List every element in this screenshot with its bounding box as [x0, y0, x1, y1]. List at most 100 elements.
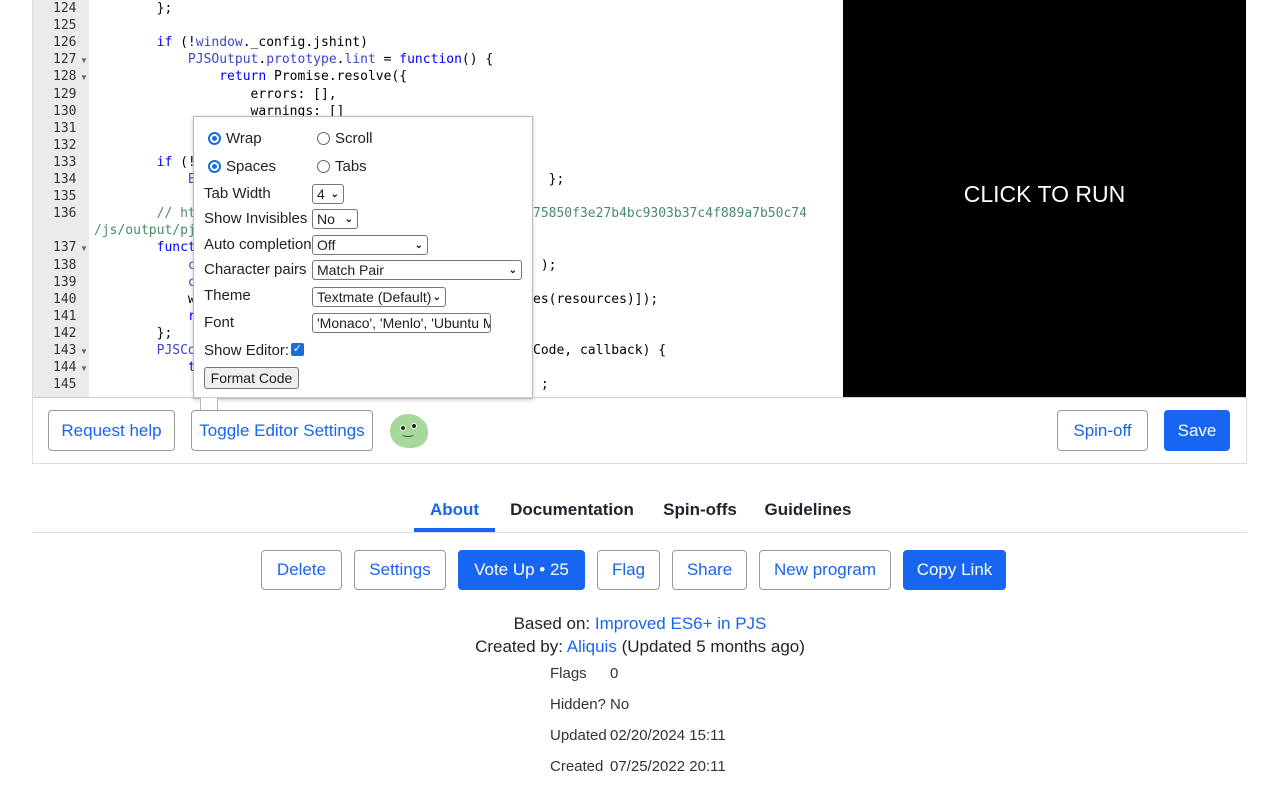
toggle-editor-settings-button[interactable]: Toggle Editor Settings — [191, 410, 373, 451]
code-line: PJSOutput.prototype.lint = function() { — [187, 52, 494, 68]
tab-documentation[interactable]: Documentation — [507, 490, 637, 532]
wrap-radio[interactable]: Wrap — [208, 130, 262, 147]
tab-about[interactable]: About — [414, 490, 495, 532]
code-line: if (! — [156, 154, 196, 170]
code-line: E — [187, 172, 196, 187]
code-fragment: }; — [533, 172, 565, 187]
code-fragment: 75850f3e27b4bc9303b37c4f889a7b50c74 — [533, 206, 807, 222]
code-line: } — [94, 137, 204, 153]
editor-settings-popup: Wrap Scroll Spaces Tabs Tab Width 4 ⌄ Sho… — [193, 116, 533, 415]
fold-arrow-icon[interactable]: ▼ — [80, 347, 88, 356]
hidden-value: No — [610, 696, 630, 713]
font-input[interactable]: 'Monaco', 'Menlo', 'Ubuntu M — [312, 313, 491, 333]
avatar — [390, 414, 428, 448]
line-number: 132 — [53, 137, 77, 153]
flag-button[interactable]: Flag — [597, 550, 660, 590]
spaces-radio[interactable]: Spaces — [208, 158, 276, 175]
code-line: t — [187, 360, 196, 376]
line-number: 142 — [53, 325, 77, 341]
code-line: r — [187, 308, 196, 324]
line-number: 141 — [53, 308, 77, 324]
request-help-button[interactable]: Request help — [48, 410, 175, 451]
chevron-down-icon: ⌄ — [432, 291, 441, 303]
code-line: if (!window._config.jshint) — [156, 35, 368, 51]
line-number: 126 — [53, 35, 77, 51]
code-line: c — [187, 257, 196, 273]
chevron-down-icon: ⌄ — [330, 188, 339, 200]
line-number: 145 — [53, 377, 77, 393]
flags-label: Flags — [550, 665, 587, 682]
code-line: }; — [94, 325, 173, 341]
chevron-down-icon: ⌄ — [414, 239, 423, 251]
program-tabs: About Documentation Spin-offs Guidelines — [32, 490, 1247, 533]
settings-button[interactable]: Settings — [354, 550, 446, 590]
code-fragment: ); — [533, 257, 557, 273]
copy-link-button[interactable]: Copy Link — [903, 550, 1006, 590]
code-line: PJSCo — [156, 343, 196, 358]
delete-button[interactable]: Delete — [261, 550, 342, 590]
line-number: 138 — [53, 257, 77, 273]
auto-completion-select[interactable]: Off ⌄ — [312, 235, 428, 255]
auto-completion-label: Auto completion — [204, 236, 312, 253]
line-number: 133 — [53, 154, 77, 170]
tabs-label: Tabs — [335, 158, 367, 175]
code-line: errors: [], — [94, 86, 337, 102]
wrap-label: Wrap — [226, 130, 262, 147]
code-line: w — [187, 291, 196, 307]
show-editor-label: Show Editor: — [204, 342, 290, 359]
fold-arrow-icon[interactable]: ▼ — [80, 244, 88, 253]
save-button[interactable]: Save — [1164, 410, 1230, 451]
fold-arrow-icon[interactable]: ▼ — [80, 56, 88, 65]
author-link[interactable]: Aliquis — [567, 637, 617, 656]
show-editor-checkbox[interactable]: ✓ — [291, 343, 304, 356]
spaces-label: Spaces — [226, 158, 277, 175]
show-invisibles-select[interactable]: No ⌄ — [312, 209, 358, 229]
fold-arrow-icon[interactable]: ▼ — [80, 73, 88, 82]
line-gutter: 124 125 126 127 ▼ 128 ▼ 129 130 131 132 133 134 135 13… — [33, 0, 89, 397]
line-number: 140 — [53, 291, 77, 307]
code-line: return Promise.resolve({ — [219, 69, 408, 85]
based-on-link[interactable]: Improved ES6+ in PJS — [595, 614, 767, 633]
code-line: /js/output/pj — [94, 223, 196, 239]
code-fragment: ; — [533, 377, 549, 393]
vote-up-button[interactable]: Vote Up • 25 — [458, 550, 585, 590]
click-to-run-label: CLICK TO RUN — [963, 181, 1126, 207]
line-number: 135 — [53, 189, 77, 205]
code-line: }; — [94, 1, 173, 16]
updated-label: Updated — [550, 727, 607, 744]
code-line: // ht — [156, 206, 196, 222]
created-label: Created — [550, 758, 604, 775]
scroll-radio[interactable]: Scroll — [317, 130, 373, 147]
character-pairs-select[interactable]: Match Pair ⌄ — [312, 260, 522, 280]
line-number: 129 — [53, 86, 77, 102]
spin-off-button[interactable]: Spin-off — [1057, 410, 1148, 451]
character-pairs-label: Character pairs — [204, 261, 307, 278]
program-output-canvas[interactable]: CLICK TO RUN — [843, 0, 1246, 397]
code-fragment: Code, callback) { — [533, 343, 667, 358]
font-label: Font — [204, 314, 235, 331]
line-number: 125 — [53, 18, 77, 34]
flags-value: 0 — [610, 665, 619, 682]
tab-width-select[interactable]: 4 ⌄ — [312, 184, 344, 204]
chevron-down-icon: ⌄ — [344, 213, 353, 225]
tab-width-label: Tab Width — [204, 185, 271, 202]
tab-guidelines[interactable]: Guidelines — [762, 490, 854, 532]
show-invisibles-label: Show Invisibles — [204, 210, 308, 227]
line-number: 136 — [53, 206, 77, 222]
line-number: 139 — [53, 274, 77, 290]
share-button[interactable]: Share — [672, 550, 747, 590]
based-on-line: Based on: Improved ES6+ in PJS — [513, 614, 767, 633]
theme-label: Theme — [204, 287, 251, 304]
tabs-radio[interactable]: Tabs — [317, 158, 367, 175]
theme-select[interactable]: Textmate (Default) ⌄ — [312, 287, 446, 307]
updated-value: 02/20/2024 15:11 — [610, 727, 726, 744]
scroll-label: Scroll — [335, 130, 373, 147]
line-number: 134 — [53, 172, 77, 187]
new-program-button[interactable]: New program — [759, 550, 891, 590]
format-code-button[interactable]: Format Code — [204, 367, 299, 389]
fold-arrow-icon[interactable]: ▼ — [80, 364, 88, 373]
chevron-down-icon: ⌄ — [508, 264, 517, 276]
tab-spin-offs[interactable]: Spin-offs — [660, 490, 740, 532]
code-line: c — [187, 274, 196, 290]
code-fragment: es(resources)]); — [533, 291, 659, 307]
